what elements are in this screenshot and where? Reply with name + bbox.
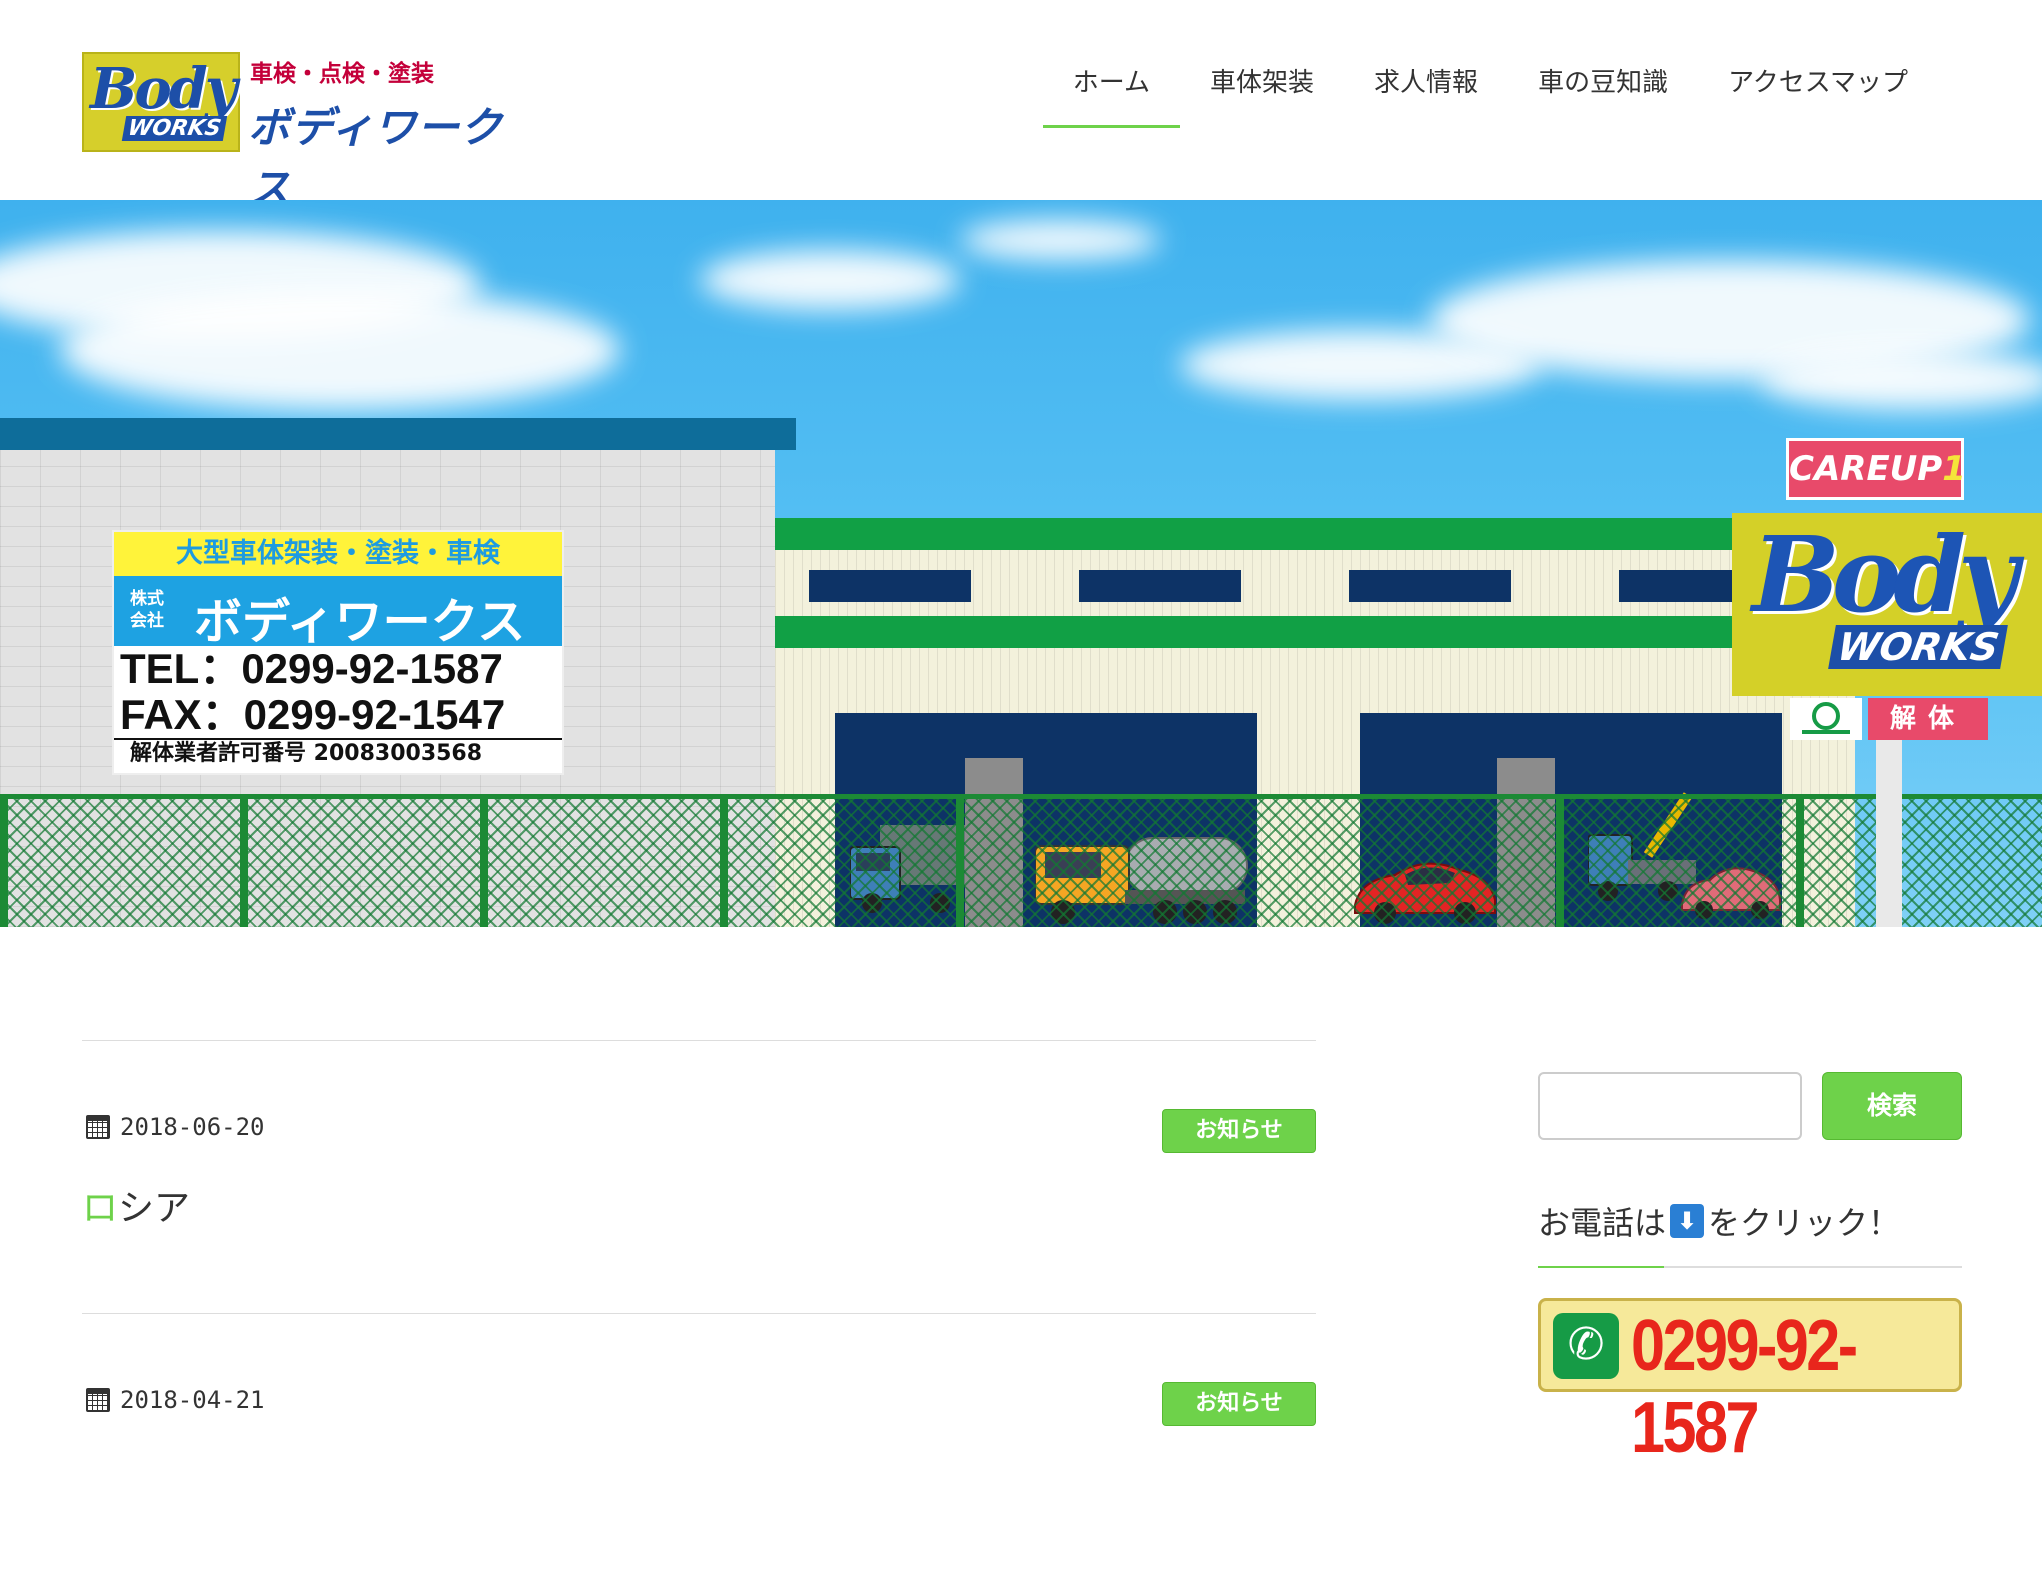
sign-fax: FAX：0299-92-1547 bbox=[120, 691, 506, 738]
logo-tagline: 車検・点検・塗装 bbox=[250, 61, 434, 87]
phone-icon: ✆ bbox=[1553, 1313, 1619, 1379]
sign-company-type: 株式 会社 bbox=[130, 589, 164, 631]
fence-post bbox=[480, 794, 488, 927]
sign-tel: TEL：0299-92-1587 bbox=[120, 645, 503, 692]
logo-name: ボディワークス bbox=[248, 103, 504, 213]
careup-sign: CAREUP1 bbox=[1786, 438, 1966, 500]
pole-sign: Body WORKS bbox=[1732, 513, 2042, 696]
fence-post bbox=[956, 794, 964, 927]
kaitai-sign: 解体 bbox=[1868, 698, 1988, 740]
post-title[interactable]: ロシア bbox=[82, 1179, 190, 1231]
garage-top-band bbox=[775, 518, 1855, 550]
pole-sign-bottom: WORKS bbox=[1828, 625, 2009, 669]
logo-badge-top: Body bbox=[90, 56, 237, 122]
nav-item-car-tips[interactable]: 車の豆知識 bbox=[1508, 62, 1698, 128]
list-item[interactable]: 2018-06-20 お知らせ ロシア bbox=[82, 1041, 1316, 1313]
nav-item-recruit[interactable]: 求人情報 bbox=[1344, 62, 1508, 128]
sign-services: 大型車体架装・塗装・車検 bbox=[114, 532, 562, 576]
nav-item-home[interactable]: ホーム bbox=[1042, 62, 1181, 128]
post-list: 2018-06-20 お知らせ ロシア 2018-04-21 お知らせ bbox=[82, 1040, 1316, 1586]
site-header: Body WORKS 車検・点検・塗装 ボディワークス ホーム 車体架装 求人情… bbox=[0, 0, 2042, 213]
site-logo[interactable]: Body WORKS 車検・点検・塗装 ボディワークス bbox=[82, 52, 522, 213]
search-input[interactable] bbox=[1538, 1072, 1802, 1140]
logo-badge-bottom: WORKS bbox=[121, 116, 228, 141]
calendar-icon bbox=[86, 1115, 110, 1139]
phone-call-button[interactable]: ✆ 0299-92-1587 bbox=[1538, 1298, 1962, 1468]
garage-mid-band bbox=[775, 616, 1855, 648]
garage-window bbox=[1349, 570, 1511, 602]
sign-company: 株式 会社 ボディワークス bbox=[114, 576, 562, 650]
fence-post bbox=[720, 794, 728, 927]
category-badge[interactable]: お知らせ bbox=[1162, 1382, 1316, 1426]
left-building-roof bbox=[0, 418, 796, 450]
recycle-icon bbox=[1790, 698, 1862, 740]
cloud bbox=[60, 290, 620, 410]
post-date: 2018-06-20 bbox=[86, 1113, 265, 1141]
sign-pole bbox=[1876, 740, 1902, 927]
garage-window bbox=[809, 570, 971, 602]
main-nav: ホーム 車体架装 求人情報 車の豆知識 アクセスマップ bbox=[1042, 62, 1938, 128]
fence-post bbox=[0, 794, 8, 927]
widget-divider bbox=[1538, 1266, 1962, 1268]
arrow-down-icon: ⬇ bbox=[1670, 1204, 1705, 1238]
cloud bbox=[960, 220, 1160, 260]
post-date: 2018-04-21 bbox=[86, 1386, 265, 1414]
search-button[interactable]: 検索 bbox=[1822, 1072, 1962, 1140]
category-badge[interactable]: お知らせ bbox=[1162, 1109, 1316, 1153]
fence-post bbox=[1556, 794, 1564, 927]
list-item[interactable]: 2018-04-21 お知らせ bbox=[82, 1314, 1316, 1586]
nav-item-body-building[interactable]: 車体架装 bbox=[1180, 62, 1344, 128]
logo-badge: Body WORKS bbox=[82, 52, 240, 152]
hero-banner: 大型車体架装・塗装・車検 株式 会社 ボディワークス TEL：0299-92-1… bbox=[0, 200, 2042, 927]
cloud bbox=[1760, 350, 2042, 410]
company-sign: 大型車体架装・塗装・車検 株式 会社 ボディワークス TEL：0299-92-1… bbox=[112, 530, 564, 775]
fence-post bbox=[1796, 794, 1804, 927]
nav-item-access-map[interactable]: アクセスマップ bbox=[1698, 62, 1938, 128]
sign-company-name: ボディワークス bbox=[194, 594, 526, 650]
calendar-icon bbox=[86, 1388, 110, 1412]
mesh-fence bbox=[0, 794, 2042, 927]
garage-window bbox=[1079, 570, 1241, 602]
sign-license: 解体業者許可番号 20083003568 bbox=[114, 738, 562, 768]
phone-number: 0299-92-1587 bbox=[1631, 1306, 1858, 1468]
cloud bbox=[700, 250, 960, 310]
pole-sign-top: Body bbox=[1752, 513, 2018, 636]
fence-post bbox=[240, 794, 248, 927]
phone-widget-title: お電話は ⬇ をクリック！ bbox=[1538, 1204, 1901, 1242]
